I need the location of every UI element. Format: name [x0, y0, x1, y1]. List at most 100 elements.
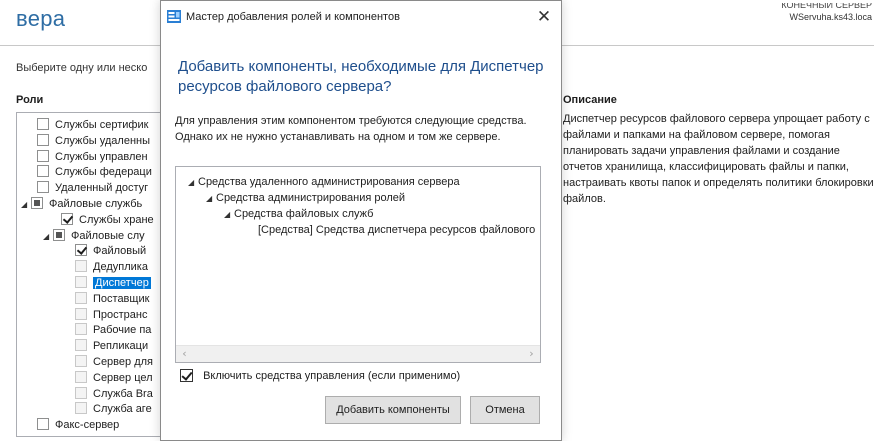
server-manager-icon: [167, 10, 181, 23]
role-checkbox[interactable]: [61, 212, 73, 225]
role-item[interactable]: Дедуплика: [75, 260, 148, 275]
role-label: Службы удаленны: [55, 134, 150, 147]
collapse-triangle-icon[interactable]: ◢: [206, 192, 216, 206]
destination-server: КОНЕЧНЫЙ СЕРВЕР WServuha.ks43.loca: [781, 3, 872, 23]
tree-item-label: [Средства] Средства диспетчера ресурсов …: [258, 224, 536, 236]
role-item[interactable]: Диспетчер: [75, 276, 151, 291]
role-checkbox[interactable]: [75, 386, 87, 399]
dialog-title: Мастер добавления ролей и компонентов: [186, 11, 400, 23]
expand-triangle-icon[interactable]: ◢: [21, 197, 31, 212]
role-checkbox[interactable]: [37, 133, 49, 146]
description-text: Диспетчер ресурсов файлового сервера упр…: [563, 113, 874, 205]
role-item[interactable]: Сервер для: [75, 355, 153, 370]
tree-item-label: Средства удаленного администрирования се…: [198, 176, 460, 188]
role-item[interactable]: Службы хране: [61, 212, 154, 228]
dialog-info-text: Для управления этим компонентом требуютс…: [175, 115, 527, 143]
role-item[interactable]: Службы удаленны: [37, 133, 150, 149]
header-divider-left: [0, 45, 160, 46]
role-label: Файловый: [93, 245, 147, 258]
dialog-heading: Добавить компоненты, необходимые для Дис…: [178, 58, 544, 95]
role-checkbox[interactable]: [75, 402, 87, 415]
role-label: Удаленный достуг: [55, 182, 149, 195]
role-item[interactable]: Пространс: [75, 307, 148, 323]
role-checkbox[interactable]: [31, 197, 43, 209]
horizontal-scrollbar[interactable]: ‹ ›: [176, 345, 540, 362]
role-checkbox[interactable]: [75, 355, 87, 367]
include-management-tools-checkbox[interactable]: [180, 369, 193, 382]
role-item[interactable]: Службы сертифик: [37, 118, 148, 133]
role-label: Рабочие па: [93, 324, 152, 337]
role-item[interactable]: Рабочие па: [75, 323, 151, 338]
role-label: Службы хране: [79, 213, 154, 226]
role-label: Поставщик: [93, 292, 150, 305]
role-checkbox[interactable]: [75, 291, 87, 304]
role-checkbox[interactable]: [37, 181, 49, 194]
role-item[interactable]: Службы управлен: [37, 149, 148, 165]
role-item[interactable]: Поставщик: [75, 291, 150, 307]
role-label: Файловые службь: [49, 198, 143, 210]
roles-instruction: Выберите одну или неско: [16, 62, 148, 74]
role-label: Дедуплика: [93, 261, 148, 274]
role-checkbox[interactable]: [75, 244, 87, 257]
role-label: Файловые слу: [71, 229, 145, 242]
roles-header: Роли: [16, 94, 44, 106]
role-label: Службы сертифик: [55, 119, 149, 131]
header-divider-right: [562, 45, 874, 46]
role-checkbox[interactable]: [75, 370, 87, 383]
role-checkbox[interactable]: [37, 418, 49, 431]
wizard-page-title: вера: [16, 6, 66, 31]
role-checkbox[interactable]: [53, 228, 65, 241]
role-label: Служба Bra: [93, 387, 153, 400]
role-item[interactable]: Служба аге: [75, 402, 152, 417]
dialog-titlebar[interactable]: Мастер добавления ролей и компонентов ✕: [161, 1, 561, 33]
expand-triangle-icon[interactable]: ◢: [43, 229, 53, 244]
add-features-button[interactable]: Добавить компоненты: [325, 396, 461, 424]
role-label: Служба аге: [93, 403, 152, 416]
include-management-tools-option[interactable]: Включить средства управления (если приме…: [180, 369, 460, 383]
tree-item[interactable]: ◢ Средства удаленного администрирования с…: [188, 175, 460, 190]
role-item[interactable]: Репликаци: [75, 339, 148, 354]
tree-item[interactable]: [Средства] Средства диспетчера ресурсов …: [258, 223, 535, 237]
role-label: Службы управлен: [55, 150, 148, 163]
role-checkbox[interactable]: [37, 149, 49, 162]
tree-item[interactable]: ◢ Средства файловых служб: [224, 207, 373, 222]
role-checkbox[interactable]: [75, 307, 87, 320]
tree-item[interactable]: ◢ Средства администрирования ролей: [206, 191, 405, 206]
role-checkbox[interactable]: [75, 276, 87, 288]
role-item[interactable]: Служба Bra: [75, 386, 153, 402]
close-icon[interactable]: ✕: [527, 1, 561, 33]
include-management-tools-label: Включить средства управления (если приме…: [203, 370, 461, 382]
role-label: Сервер для: [93, 356, 153, 368]
collapse-triangle-icon[interactable]: ◢: [188, 176, 198, 190]
role-label: Диспетчер: [93, 277, 151, 289]
role-item[interactable]: Файловый: [75, 244, 146, 259]
cancel-button[interactable]: Отмена: [470, 396, 540, 424]
add-features-dialog: Мастер добавления ролей и компонентов ✕ …: [160, 0, 562, 441]
role-item[interactable]: ◢ Файловые слу: [43, 228, 145, 244]
role-item[interactable]: Удаленный достуг: [37, 181, 148, 196]
role-label: Репликаци: [93, 340, 149, 353]
role-item[interactable]: Службы федераци: [37, 165, 152, 180]
role-checkbox[interactable]: [37, 118, 49, 130]
role-checkbox[interactable]: [75, 339, 87, 352]
role-checkbox[interactable]: [75, 323, 87, 336]
role-item[interactable]: ◢ Файловые службь: [21, 197, 142, 212]
role-label: Сервер цел: [93, 371, 153, 384]
tree-item-label: Средства администрирования ролей: [216, 192, 406, 204]
destination-server-label: КОНЕЧНЫЙ СЕРВЕР: [781, 3, 872, 10]
tree-item-label: Средства файловых служб: [234, 208, 374, 220]
collapse-triangle-icon[interactable]: ◢: [224, 208, 234, 222]
role-label: Службы федераци: [55, 166, 152, 179]
role-item[interactable]: Факс-сервер: [37, 418, 119, 433]
role-checkbox[interactable]: [75, 260, 87, 273]
scroll-right-icon[interactable]: ›: [523, 346, 540, 362]
roles-list[interactable]: Службы сертифик Службы удаленны Службы упр…: [16, 112, 176, 437]
description-header: Описание: [563, 94, 617, 106]
role-item[interactable]: Сервер цел: [75, 370, 153, 386]
destination-server-name: WServuha.ks43.loca: [789, 12, 872, 22]
role-checkbox[interactable]: [37, 165, 49, 178]
role-label: Факс-сервер: [55, 419, 120, 432]
role-label: Пространс: [93, 308, 148, 321]
required-features-tree[interactable]: [Средства] Средства диспетчера ресурсов …: [175, 166, 541, 363]
scroll-left-icon[interactable]: ‹: [176, 346, 193, 362]
